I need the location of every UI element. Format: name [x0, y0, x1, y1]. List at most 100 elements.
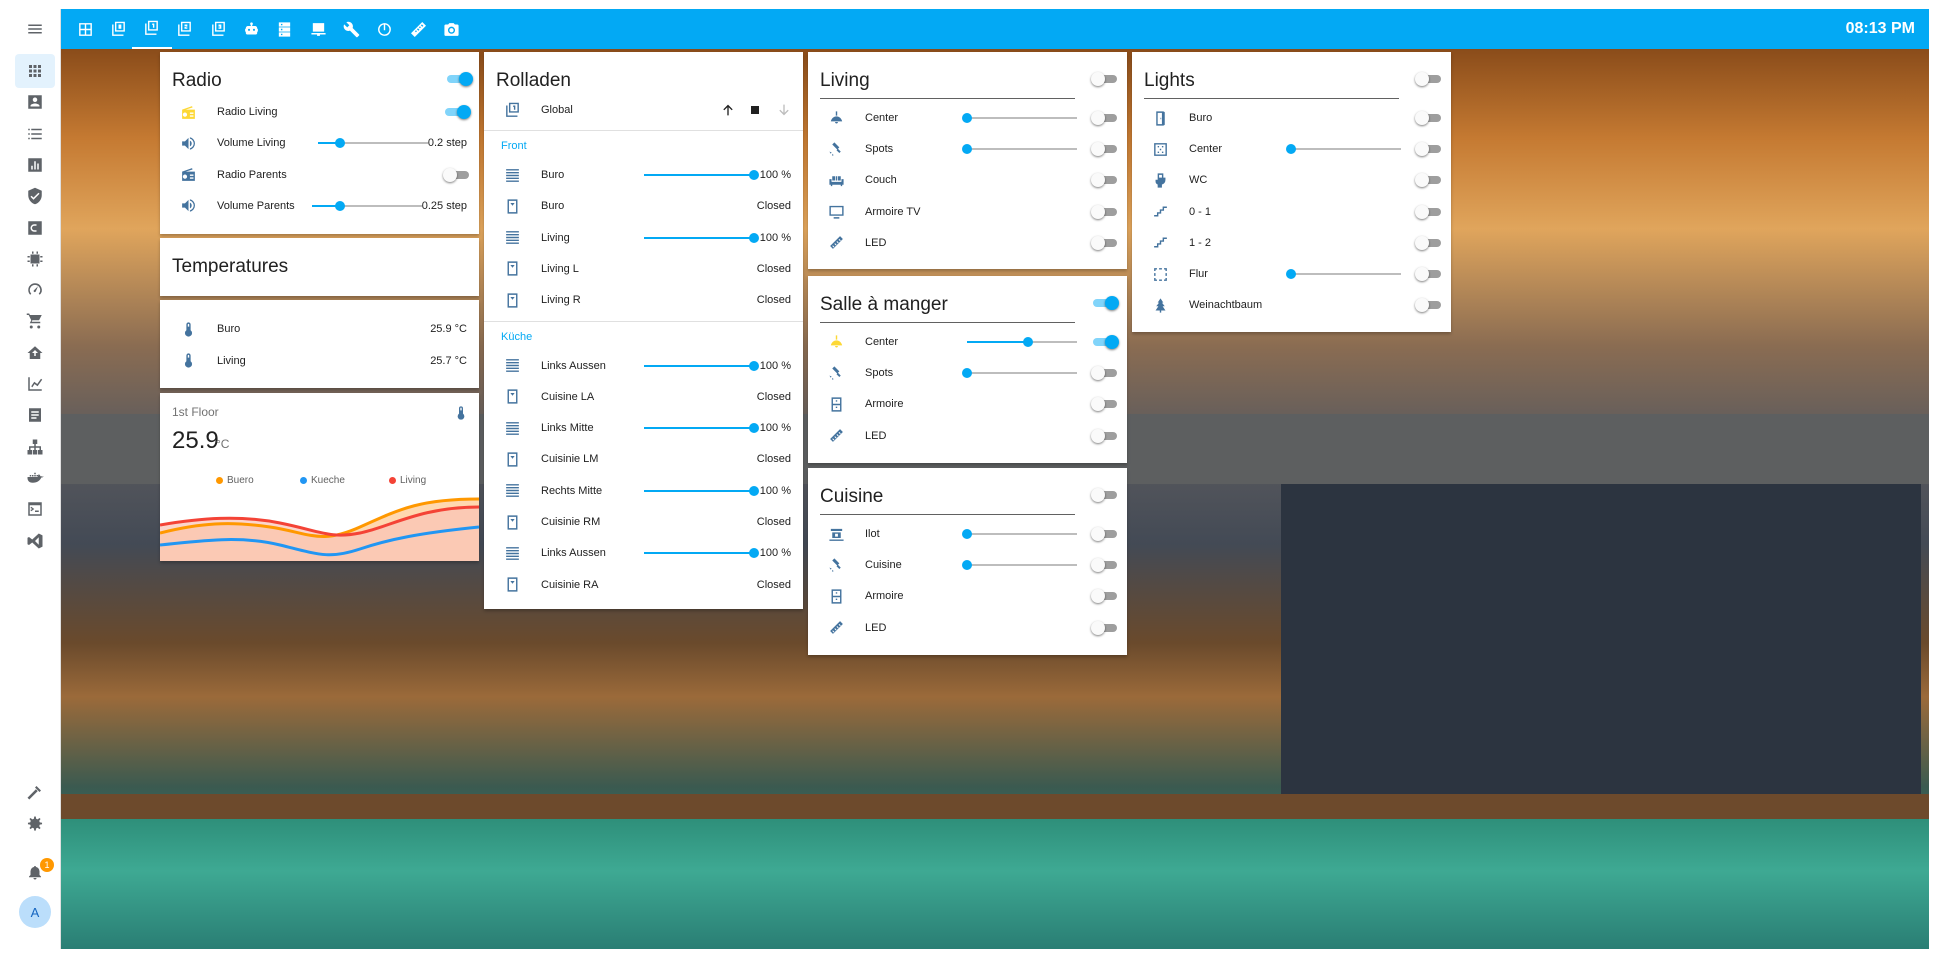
- vscode-icon[interactable]: [15, 524, 55, 558]
- chip-icon[interactable]: [15, 242, 55, 276]
- row-toggle[interactable]: [1415, 170, 1443, 190]
- television-icon[interactable]: [826, 202, 846, 222]
- door-icon[interactable]: [1150, 108, 1170, 128]
- row-toggle[interactable]: [1415, 295, 1443, 315]
- wardrobe-icon[interactable]: [826, 586, 846, 606]
- cover-row[interactable]: Links Aussen 100 %: [484, 538, 803, 568]
- position-slider[interactable]: [644, 422, 759, 434]
- temperature-row[interactable]: Living 25.7 °C: [160, 346, 479, 376]
- cover-row[interactable]: Living 100 %: [484, 223, 803, 253]
- brightness-slider[interactable]: [962, 112, 1077, 124]
- cover-row[interactable]: Buro Closed: [484, 191, 803, 221]
- apps-icon[interactable]: [15, 54, 55, 88]
- cart-icon[interactable]: [15, 304, 55, 338]
- notifications-button[interactable]: 1: [15, 855, 55, 889]
- row-toggle[interactable]: [443, 165, 471, 185]
- row-toggle[interactable]: [1415, 108, 1443, 128]
- speedometer-icon[interactable]: [15, 273, 55, 307]
- tree-icon[interactable]: [1150, 295, 1170, 315]
- row-toggle[interactable]: [443, 102, 471, 122]
- cover-open-button[interactable]: [720, 102, 736, 118]
- wardrobe-icon[interactable]: [826, 394, 846, 414]
- volume-slider[interactable]: [312, 200, 422, 212]
- text-box-icon[interactable]: [15, 398, 55, 432]
- row-toggle[interactable]: [1091, 555, 1119, 575]
- c-box-icon[interactable]: [15, 211, 55, 245]
- brightness-slider[interactable]: [1286, 268, 1401, 280]
- cover-row[interactable]: Cuisinie RA Closed: [484, 570, 803, 600]
- legend-item[interactable]: Buero: [216, 475, 254, 486]
- spotlight-icon[interactable]: [826, 363, 846, 383]
- lights-header-toggle[interactable]: [1415, 69, 1443, 89]
- row-toggle[interactable]: [1091, 363, 1119, 383]
- cover-row[interactable]: Cuisine LA Closed: [484, 382, 803, 412]
- hammer-icon[interactable]: [15, 775, 55, 809]
- list-icon[interactable]: [15, 117, 55, 151]
- row-toggle[interactable]: [1415, 202, 1443, 222]
- light-island-icon[interactable]: [826, 524, 846, 544]
- row-toggle[interactable]: [1091, 332, 1119, 352]
- temperature-row[interactable]: Buro 25.9 °C: [160, 314, 479, 344]
- tab-camera[interactable]: [431, 9, 471, 49]
- position-slider[interactable]: [644, 547, 759, 559]
- panel-light-icon[interactable]: [1150, 139, 1170, 159]
- led-strip-icon[interactable]: [826, 618, 846, 638]
- cover-row[interactable]: Cuisinie RM Closed: [484, 507, 803, 537]
- brightness-slider[interactable]: [962, 367, 1077, 379]
- settings-icon[interactable]: [15, 807, 55, 841]
- cover-row[interactable]: Cuisinie LM Closed: [484, 444, 803, 474]
- brightness-slider[interactable]: [962, 528, 1077, 540]
- sofa-icon[interactable]: [826, 170, 846, 190]
- legend-item[interactable]: Living: [389, 475, 426, 486]
- spotlight-icon[interactable]: [826, 139, 846, 159]
- row-toggle[interactable]: [1091, 139, 1119, 159]
- cover-row[interactable]: Rechts Mitte 100 %: [484, 476, 803, 506]
- cuisine-header-toggle[interactable]: [1091, 485, 1119, 505]
- row-toggle[interactable]: [1091, 202, 1119, 222]
- led-strip-icon[interactable]: [826, 426, 846, 446]
- row-toggle[interactable]: [1415, 264, 1443, 284]
- menu-icon[interactable]: [15, 12, 55, 46]
- position-slider[interactable]: [644, 485, 759, 497]
- salle-header-toggle[interactable]: [1091, 293, 1119, 313]
- avatar[interactable]: A: [19, 896, 51, 928]
- cover-row[interactable]: Buro 100 %: [484, 160, 803, 190]
- cover-row[interactable]: Living L Closed: [484, 254, 803, 284]
- row-toggle[interactable]: [1091, 586, 1119, 606]
- docker-icon[interactable]: [15, 461, 55, 495]
- floor-sensor-card[interactable]: 1st Floor 25.9 °C Buero Kueche Living: [160, 393, 479, 561]
- row-toggle[interactable]: [1415, 139, 1443, 159]
- ceiling-light-icon[interactable]: [826, 332, 846, 352]
- cover-row[interactable]: Living R Closed: [484, 285, 803, 315]
- chart-bar-icon[interactable]: [15, 148, 55, 182]
- chart-line-icon[interactable]: [15, 367, 55, 401]
- position-slider[interactable]: [644, 360, 759, 372]
- stairs-icon[interactable]: [1150, 202, 1170, 222]
- console-icon[interactable]: [15, 492, 55, 526]
- radio-header-toggle[interactable]: [445, 69, 473, 89]
- living-header-toggle[interactable]: [1091, 69, 1119, 89]
- row-toggle[interactable]: [1415, 233, 1443, 253]
- stairs-icon[interactable]: [1150, 233, 1170, 253]
- sitemap-icon[interactable]: [15, 430, 55, 464]
- row-toggle[interactable]: [1091, 233, 1119, 253]
- cover-close-button[interactable]: [776, 102, 792, 118]
- row-toggle[interactable]: [1091, 108, 1119, 128]
- cover-stop-button[interactable]: [751, 106, 759, 114]
- spotlight-icon[interactable]: [826, 555, 846, 575]
- brightness-slider[interactable]: [967, 336, 1077, 348]
- row-toggle[interactable]: [1091, 394, 1119, 414]
- cover-row[interactable]: Links Mitte 100 %: [484, 413, 803, 443]
- shield-icon[interactable]: [15, 179, 55, 213]
- cover-row[interactable]: Links Aussen 100 %: [484, 351, 803, 381]
- floor-light-icon[interactable]: [1150, 264, 1170, 284]
- led-strip-icon[interactable]: [826, 233, 846, 253]
- position-slider[interactable]: [644, 232, 759, 244]
- row-toggle[interactable]: [1091, 170, 1119, 190]
- row-toggle[interactable]: [1091, 618, 1119, 638]
- volume-slider[interactable]: [318, 137, 428, 149]
- position-slider[interactable]: [644, 169, 759, 181]
- brightness-slider[interactable]: [1286, 143, 1401, 155]
- ceiling-light-icon[interactable]: [826, 108, 846, 128]
- legend-item[interactable]: Kueche: [300, 475, 345, 486]
